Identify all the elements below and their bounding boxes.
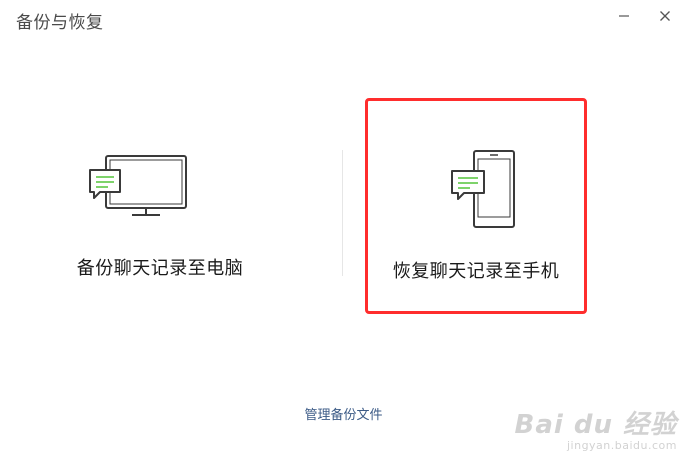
backup-to-pc-label: 备份聊天记录至电脑 — [76, 258, 244, 279]
backup-restore-window: 备份与恢复 备份聊天记录至电脑 恢复聊天记录至手机 管理备份文件 Bai du … — [0, 0, 687, 460]
restore-to-phone-option[interactable]: 恢复聊天记录至手机 — [365, 98, 587, 314]
phone-chat-icon — [450, 149, 518, 235]
backup-to-pc-option[interactable]: 备份聊天记录至电脑 — [40, 120, 280, 290]
watermark-brand: Bai du 经验 — [514, 410, 677, 440]
minimize-icon — [619, 15, 629, 17]
close-button[interactable] — [651, 4, 679, 28]
options-divider — [342, 150, 343, 276]
window-title: 备份与恢复 — [16, 13, 104, 33]
baidu-jingyan-watermark: Bai du 经验 jingyan.baidu.com — [515, 404, 678, 452]
close-icon — [660, 11, 670, 21]
minimize-button[interactable] — [610, 4, 638, 28]
restore-to-phone-label: 恢复聊天记录至手机 — [392, 261, 560, 282]
monitor-chat-icon — [84, 154, 192, 224]
